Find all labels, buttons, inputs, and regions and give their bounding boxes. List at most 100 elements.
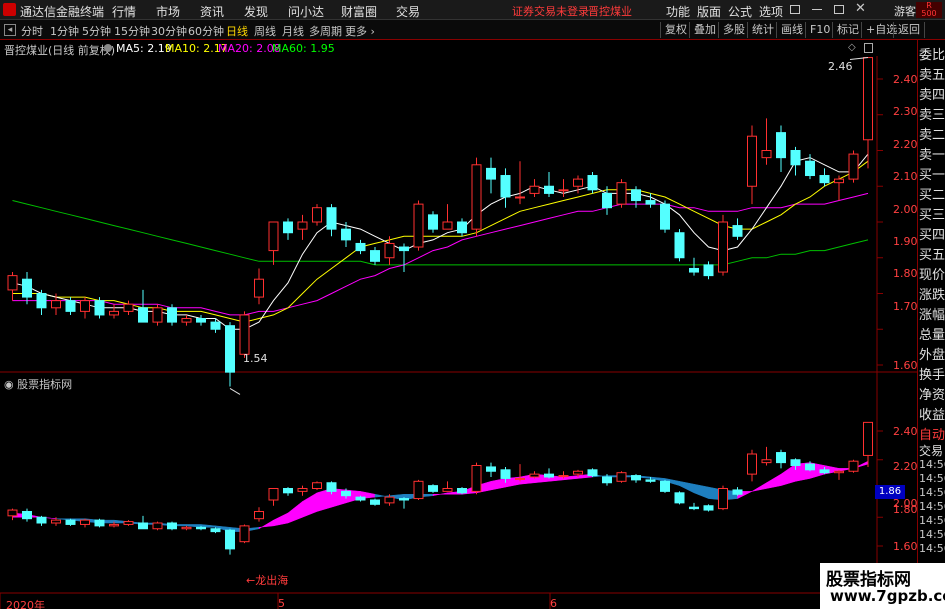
sub-candle-body xyxy=(544,473,554,478)
x-label-june: 6 xyxy=(550,597,557,609)
panel-item[interactable]: 涨跌 xyxy=(919,284,945,303)
candle-body xyxy=(442,221,453,230)
candle-body xyxy=(471,164,482,230)
candle-body xyxy=(602,192,612,209)
y-tick-sub: 1.80 xyxy=(893,503,918,516)
y-tick-main: 2.10 xyxy=(893,170,918,183)
candle-body xyxy=(22,278,32,298)
sub-candle-body xyxy=(674,492,685,504)
candle-body xyxy=(747,135,757,187)
panel-item[interactable]: 买五 xyxy=(919,244,945,263)
y-tick-main: 2.30 xyxy=(893,105,918,118)
sub-candle-body xyxy=(631,475,641,481)
sub-candle-body xyxy=(326,482,337,492)
panel-item[interactable]: 外盘 xyxy=(919,344,945,363)
sub-candle-body xyxy=(689,506,699,510)
candle-body xyxy=(268,221,279,252)
sub-candle-body xyxy=(80,519,90,525)
sub-candle-body xyxy=(65,519,76,525)
sub-candle-body xyxy=(355,496,366,501)
candle-body xyxy=(790,150,801,166)
panel-item[interactable]: 卖三 xyxy=(919,104,945,123)
candle-body xyxy=(94,300,105,316)
panel-item[interactable]: 换手 xyxy=(919,364,945,383)
panel-item[interactable]: 买四 xyxy=(919,224,945,243)
ma20-line xyxy=(12,192,869,316)
r-badge: R 500 xyxy=(916,2,942,18)
candle-body xyxy=(732,225,743,237)
panel-item[interactable]: 买三 xyxy=(919,204,945,223)
x-label-year: 2020年 xyxy=(6,599,45,609)
candle-body xyxy=(645,200,656,205)
candle-body xyxy=(558,189,569,192)
panel-item[interactable]: 委比 xyxy=(919,44,945,63)
candle-body xyxy=(776,132,786,159)
sub-candle-body xyxy=(268,488,279,501)
panel-item[interactable]: 卖五 xyxy=(919,64,945,83)
sub-candle-body xyxy=(51,519,61,524)
sub-candle-body xyxy=(283,488,293,494)
candle-body xyxy=(500,175,511,198)
sub-candle-body xyxy=(297,488,308,492)
sub-candle-body xyxy=(703,505,714,511)
panel-item[interactable]: 净资 xyxy=(919,384,945,403)
dragon-signal-label: ←龙出海 xyxy=(246,574,289,587)
candle-body xyxy=(355,242,366,252)
sub-candle-body xyxy=(486,466,496,472)
candle-body xyxy=(515,196,525,199)
indicator-band-segment xyxy=(316,488,332,512)
sub-candle-body xyxy=(196,526,206,530)
panel-item[interactable]: 现价 xyxy=(919,264,945,283)
panel-item[interactable]: 买二 xyxy=(919,184,945,203)
indicator-band-segment xyxy=(751,482,767,492)
panel-item[interactable]: 买一 xyxy=(919,164,945,183)
candle-body xyxy=(341,228,351,241)
candle-body xyxy=(486,167,496,180)
indicator-band-segment xyxy=(780,463,796,486)
candle-body xyxy=(428,214,438,230)
kline-chart[interactable] xyxy=(0,0,917,609)
panel-item[interactable]: 总量 xyxy=(919,324,945,343)
candle-body xyxy=(457,221,467,234)
sub-candle-body xyxy=(167,522,177,530)
candle-body xyxy=(36,293,47,309)
sub-candle-body xyxy=(370,499,380,505)
indicator-band-segment xyxy=(302,492,318,518)
sub-candle-body xyxy=(254,511,264,520)
panel-item[interactable]: 卖二 xyxy=(919,124,945,143)
indicator-band-segment xyxy=(287,500,303,524)
sub-candle-body xyxy=(428,485,438,492)
sub-candle-body xyxy=(36,516,47,524)
auto-trade-item[interactable]: 自动 xyxy=(919,424,945,443)
panel-item[interactable]: 卖四 xyxy=(919,84,945,103)
sub-candle-body xyxy=(413,480,424,500)
sub-candle-body xyxy=(645,479,656,482)
candle-body xyxy=(399,246,409,252)
y-tick-sub: 2.20 xyxy=(893,460,918,473)
panel-item[interactable]: 收益 xyxy=(919,404,945,423)
panel-item[interactable]: 涨幅 xyxy=(919,304,945,323)
panel-item[interactable]: 卖一 xyxy=(919,144,945,163)
sub-candle-body xyxy=(384,496,395,504)
sub-candle-body xyxy=(7,509,18,517)
sub-candle-body xyxy=(616,472,627,482)
candle-body xyxy=(225,325,235,373)
indicator-band-segment xyxy=(490,478,506,491)
sub-candle-body xyxy=(312,482,322,489)
candle-body xyxy=(51,300,61,309)
watermark-url: www.7gpzb.com xyxy=(830,587,945,605)
candle-body xyxy=(196,318,206,323)
sub-candle-body xyxy=(834,470,844,474)
ma5-line xyxy=(12,153,869,330)
high-price-label: 2.46 xyxy=(828,60,853,73)
sub-candle-body xyxy=(718,488,728,510)
candle-body xyxy=(239,314,250,355)
trade-item[interactable]: 交易 xyxy=(919,442,943,459)
low-marker-line xyxy=(229,388,241,395)
candle-body xyxy=(718,221,728,273)
y-tick-main: 2.00 xyxy=(893,203,918,216)
sub-candle-body xyxy=(457,488,467,494)
candle-body xyxy=(529,185,540,194)
candle-body xyxy=(689,267,699,273)
tick-time: 14:56 xyxy=(919,542,945,555)
